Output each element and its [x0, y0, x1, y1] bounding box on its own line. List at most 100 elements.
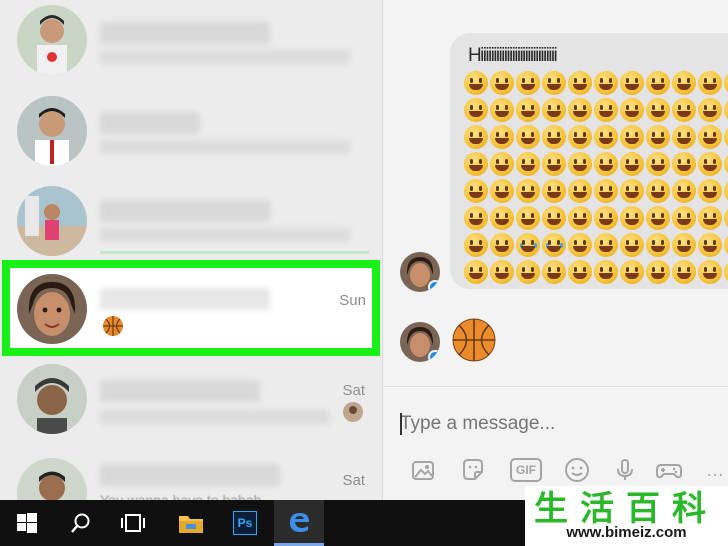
windows-start-icon[interactable]: [2, 500, 52, 546]
smiley-emoji-icon: [698, 206, 722, 230]
smiley-emoji-icon: [490, 260, 514, 284]
conversation-list[interactable]: Sat Sat You wanna have to hahah: [0, 0, 383, 500]
smiley-emoji-icon: [698, 179, 722, 203]
smiley-emoji-icon: [490, 206, 514, 230]
avatar: [17, 274, 87, 344]
watermark-char: 科: [672, 488, 706, 529]
conversation-preview: You wanna have to hahah: [100, 492, 262, 500]
conversation-name: [100, 22, 270, 44]
emoji-row: [464, 206, 728, 233]
smiley-emoji-icon: [646, 125, 670, 149]
smiley-emoji-icon: [464, 179, 488, 203]
smiley-emoji-icon: [594, 125, 618, 149]
smiley-emoji-icon: [542, 125, 566, 149]
smiley-emoji-icon: [568, 233, 592, 257]
smiley-emoji-icon: [672, 206, 696, 230]
watermark-chars: 生 活 百 科: [531, 486, 709, 529]
smiley-emoji-icon: [464, 233, 488, 257]
sender-avatar[interactable]: [400, 322, 440, 362]
smiley-emoji-icon: [672, 71, 696, 95]
watermark-char: 百: [626, 488, 660, 529]
watermark-char: 活: [580, 488, 614, 529]
smiley-emoji-icon: [542, 179, 566, 203]
smiley-emoji-icon: [724, 71, 728, 95]
chat-pane: Hiiiiiiiiiiiiiiiiiiiiiiiiiiiii GIF: [384, 0, 728, 500]
smiley-emoji-icon: [516, 260, 540, 284]
message-text: Hiiiiiiiiiiiiiiiiiiiiiiiiiiiii: [468, 45, 558, 66]
task-view-icon[interactable]: [108, 500, 158, 546]
read-receipt-avatar: [343, 402, 363, 422]
avatar: [17, 458, 87, 500]
smiley-emoji-icon: [490, 71, 514, 95]
smiley-emoji-icon: [594, 71, 618, 95]
smiley-emoji-icon: [594, 152, 618, 176]
smiley-emoji-icon: [464, 152, 488, 176]
smiley-emoji-icon: [568, 206, 592, 230]
smiley-emoji-icon: [490, 152, 514, 176]
avatar: [17, 186, 87, 256]
smiley-emoji-icon: [698, 152, 722, 176]
smiley-emoji-icon: [672, 179, 696, 203]
watermark: 生 活 百 科 www.bimeiz.com: [525, 486, 728, 546]
smiley-emoji-icon: [594, 260, 618, 284]
basketball-icon[interactable]: [452, 318, 496, 367]
emoji-grid: [464, 71, 728, 287]
smiley-emoji-icon: [724, 125, 728, 149]
smiley-emoji-icon: [620, 206, 644, 230]
smiley-emoji-icon: [568, 125, 592, 149]
smiley-emoji-icon: [542, 152, 566, 176]
smiley-emoji-icon: [464, 71, 488, 95]
smiley-emoji-icon: [516, 179, 540, 203]
smiley-emoji-icon: [698, 233, 722, 257]
photoshop-label: Ps: [233, 511, 257, 535]
smiley-emoji-icon: [516, 98, 540, 122]
smiley-emoji-icon: [516, 206, 540, 230]
message-input[interactable]: [400, 413, 700, 435]
conversation-item[interactable]: [0, 176, 382, 264]
smiley-emoji-icon: [464, 98, 488, 122]
text-caret: [400, 413, 402, 435]
watermark-char: 生: [534, 488, 568, 529]
conversation-preview: [100, 50, 350, 64]
conversation-name: [100, 464, 280, 486]
conversation-item[interactable]: Sat: [0, 364, 382, 452]
smiley-emoji-icon: [464, 206, 488, 230]
conversation-preview: [100, 228, 350, 242]
sticker-icon[interactable]: [458, 455, 488, 485]
smiley-emoji-icon: [646, 260, 670, 284]
file-explorer-icon[interactable]: [166, 500, 216, 546]
emoji-row: [464, 98, 728, 125]
smiley-emoji-icon: [646, 233, 670, 257]
smiley-emoji-icon: [698, 98, 722, 122]
emoji-row: [464, 152, 728, 179]
gif-label: GIF: [510, 458, 542, 482]
conversation-preview: [100, 140, 350, 154]
avatar: [17, 96, 87, 166]
message-bubble[interactable]: Hiiiiiiiiiiiiiiiiiiiiiiiiiiiii: [450, 33, 728, 289]
image-icon[interactable]: [408, 455, 438, 485]
emoji-row: [464, 71, 728, 98]
photoshop-icon[interactable]: Ps: [220, 500, 270, 546]
smiley-emoji-icon: [724, 152, 728, 176]
smiley-emoji-icon: [464, 260, 488, 284]
sender-avatar[interactable]: [400, 252, 440, 292]
smiley-emoji-icon: [542, 260, 566, 284]
conversation-item[interactable]: [0, 0, 382, 88]
smiley-emoji-icon: [490, 125, 514, 149]
smiley-emoji-icon: [594, 179, 618, 203]
smiley-emoji-icon: [620, 98, 644, 122]
smiley-emoji-icon: [620, 125, 644, 149]
smiley-emoji-icon: [594, 233, 618, 257]
conversation-item[interactable]: [0, 88, 382, 176]
conversation-item-selected[interactable]: Sun: [2, 260, 380, 356]
search-icon[interactable]: [56, 500, 106, 546]
conversation-item[interactable]: Sat You wanna have to hahah: [0, 452, 382, 500]
smiley-emoji-icon: [672, 260, 696, 284]
smiley-emoji-icon: [516, 233, 540, 257]
conversation-name: [100, 288, 270, 310]
edge-icon[interactable]: [274, 500, 324, 546]
smiley-emoji-icon: [568, 71, 592, 95]
smiley-emoji-icon: [516, 152, 540, 176]
smiley-emoji-icon: [646, 179, 670, 203]
smiley-emoji-icon: [568, 179, 592, 203]
